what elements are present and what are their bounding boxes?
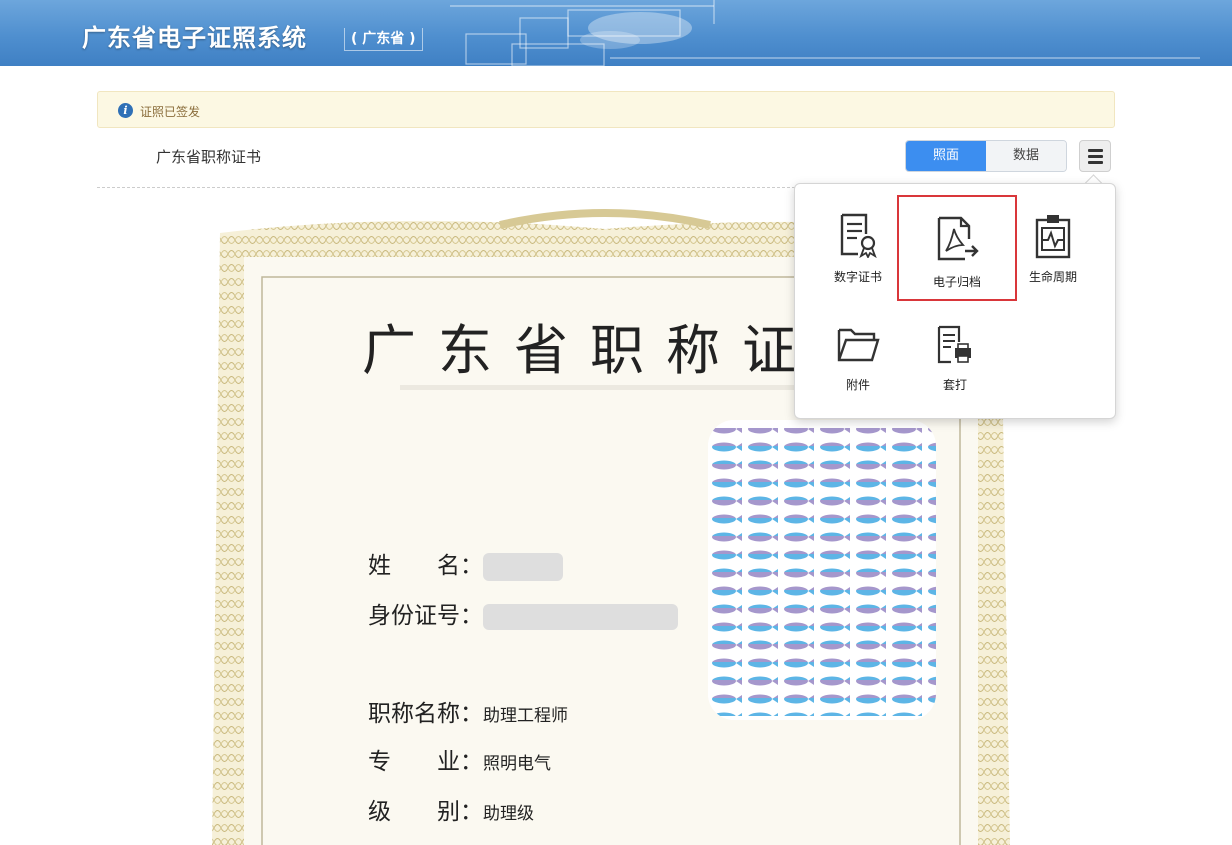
field-major: 专 业：照明电气 bbox=[368, 742, 551, 776]
obscured-photo bbox=[708, 420, 936, 720]
menu-item-label: 套打 bbox=[942, 378, 967, 392]
toggle-data-view[interactable]: 数据 bbox=[986, 141, 1066, 171]
certificate-heading: 广东省职称证 bbox=[362, 319, 818, 382]
menu-item-label: 数字证书 bbox=[833, 270, 882, 284]
clipboard-pulse-icon bbox=[1035, 215, 1071, 259]
field-level-label: 级 别： bbox=[368, 799, 483, 825]
hamburger-icon-bar bbox=[1088, 149, 1103, 152]
heading-underline bbox=[400, 385, 830, 390]
toggle-face-view[interactable]: 照面 bbox=[906, 141, 986, 171]
folder-icon bbox=[837, 328, 880, 362]
hamburger-icon-bar bbox=[1088, 155, 1103, 158]
pdf-archive-icon bbox=[937, 216, 979, 261]
field-major-value: 照明电气 bbox=[483, 754, 551, 774]
field-name: 姓 名： bbox=[368, 546, 563, 581]
field-major-label: 专 业： bbox=[368, 749, 483, 775]
app-header: 广东省电子证照系统 ( 广东省 ) bbox=[0, 0, 1232, 66]
certificate-title: 广东省职称证书 bbox=[156, 148, 262, 166]
blurred-id-number bbox=[483, 604, 678, 630]
status-banner: i 证照已签发 bbox=[97, 91, 1115, 128]
field-level: 级 别：助理级 bbox=[368, 792, 534, 826]
more-menu-button[interactable] bbox=[1079, 140, 1111, 172]
menu-item-attachments[interactable]: 附件 bbox=[809, 300, 907, 400]
menu-item-label: 电子归档 bbox=[932, 275, 981, 289]
view-toggle: 照面 数据 bbox=[905, 140, 1067, 172]
field-title-label: 职称名称： bbox=[368, 701, 483, 727]
menu-item-label: 生命周期 bbox=[1028, 270, 1077, 284]
info-icon: i bbox=[118, 103, 133, 118]
hamburger-icon-bar bbox=[1088, 161, 1103, 164]
field-level-value: 助理级 bbox=[483, 804, 534, 824]
fish-pattern bbox=[708, 420, 936, 720]
field-id-number: 身份证号： bbox=[368, 596, 678, 630]
field-name-label: 姓 名： bbox=[368, 553, 483, 579]
field-title-name: 职称名称：助理工程师 bbox=[368, 694, 568, 728]
field-title-value: 助理工程师 bbox=[483, 706, 568, 726]
app-region: ( 广东省 ) bbox=[344, 28, 423, 51]
menu-item-template-print[interactable]: 套打 bbox=[906, 300, 1004, 400]
more-menu-dropdown: 数字证书 电子归档 生命周期 附件 套打 bbox=[794, 183, 1116, 419]
menu-item-lifecycle[interactable]: 生命周期 bbox=[1004, 192, 1102, 292]
menu-item-electronic-archive[interactable]: 电子归档 bbox=[897, 195, 1017, 301]
blurred-name bbox=[483, 553, 563, 581]
print-document-icon bbox=[937, 325, 971, 364]
field-id-label: 身份证号： bbox=[368, 603, 483, 629]
app-title: 广东省电子证照系统 bbox=[82, 24, 307, 52]
menu-item-digital-certificate[interactable]: 数字证书 bbox=[809, 192, 907, 292]
status-text: 证照已签发 bbox=[140, 105, 201, 119]
certificate-icon bbox=[840, 213, 877, 258]
menu-item-label: 附件 bbox=[845, 378, 870, 392]
